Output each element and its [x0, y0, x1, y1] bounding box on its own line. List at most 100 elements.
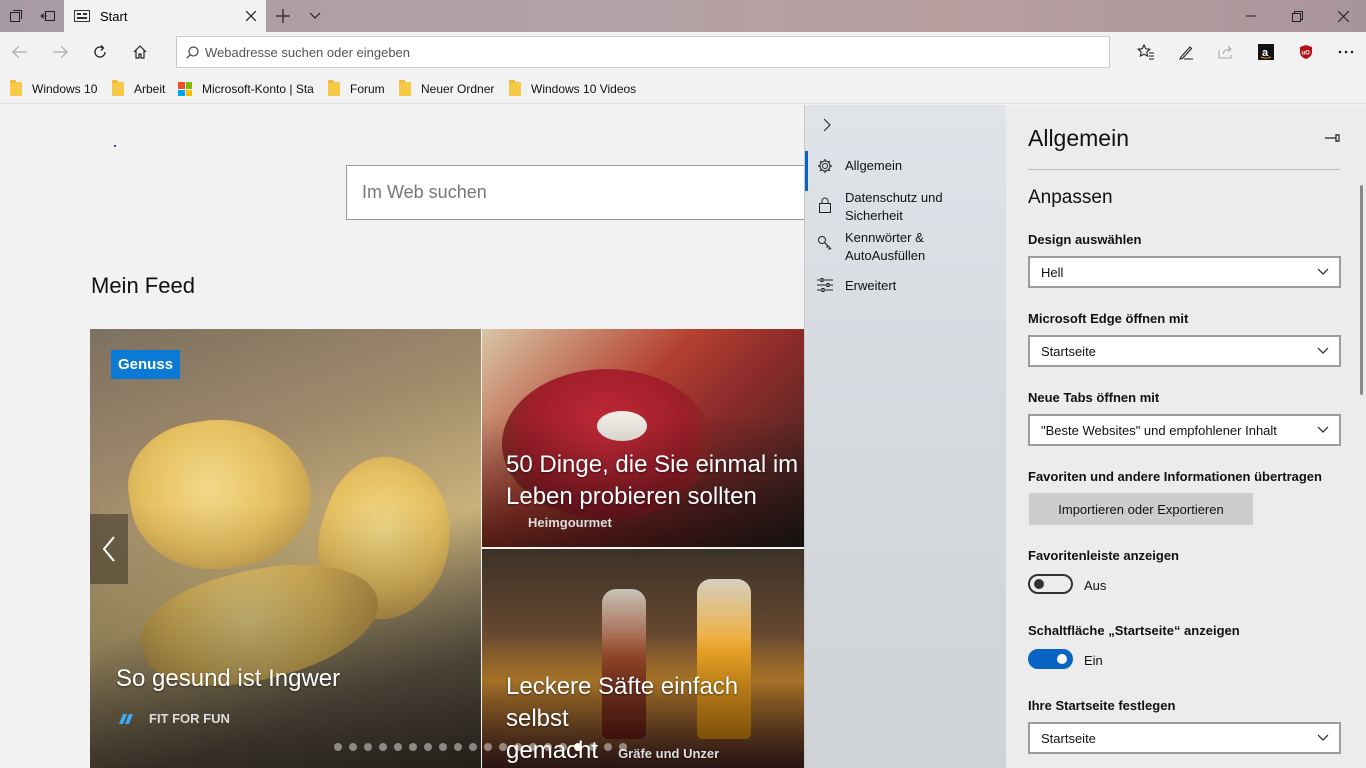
select-value: Startseite: [1041, 343, 1096, 359]
carousel-dot[interactable]: [394, 743, 402, 751]
favorite-label: Windows 10 Videos: [531, 82, 637, 96]
set-aside-tabs-icon[interactable]: [32, 0, 64, 32]
nav-label-line: Datenschutz und: [845, 190, 943, 205]
nav-label: Kennwörter & AutoAusfüllen: [845, 229, 925, 265]
home-button-state: Ein: [1084, 653, 1103, 668]
favorite-windows-10[interactable]: Windows 10: [10, 80, 97, 98]
pen-notes-icon[interactable]: [1168, 36, 1204, 68]
carousel-dot[interactable]: [499, 743, 507, 751]
folder-icon: [399, 80, 411, 96]
settings-nav-datenschutz[interactable]: Datenschutz und Sicherheit: [805, 189, 1005, 225]
favorites-bar: Windows 10 Arbeit Microsoft-Konto | Sta …: [0, 72, 1366, 104]
new-tab-icon[interactable]: [268, 0, 298, 32]
card-title: Leckere Säfte einfach selbst gemacht Gräf…: [506, 671, 805, 768]
back-icon[interactable]: [2, 36, 38, 68]
new-tabs-label: Neue Tabs öffnen mit: [1028, 390, 1160, 405]
favbar-toggle[interactable]: [1028, 574, 1073, 594]
favorite-arbeit[interactable]: Arbeit: [112, 80, 165, 98]
carousel-dot[interactable]: [439, 743, 447, 751]
favorites-star-icon[interactable]: [1128, 36, 1164, 68]
settings-nav-kennwoerter[interactable]: Kennwörter & AutoAusfüllen: [805, 229, 1005, 265]
carousel-dot[interactable]: [619, 743, 627, 751]
favorite-label: Forum: [350, 82, 385, 96]
collapse-pane-chevron-icon[interactable]: [815, 113, 839, 137]
news-card-saefte[interactable]: Leckere Säfte einfach selbst gemacht Gräf…: [482, 549, 805, 768]
section-title: Anpassen: [1028, 187, 1113, 208]
settings-nav-erweitert[interactable]: Erweitert: [805, 277, 1005, 295]
web-search-input[interactable]: Im Web suchen: [346, 165, 846, 220]
select-value: Hell: [1041, 264, 1064, 280]
carousel-dot[interactable]: [469, 743, 477, 751]
news-card-ginger[interactable]: Genuss So gesund ist Ingwer FIT FOR FUN: [90, 329, 481, 768]
carousel-dot[interactable]: [409, 743, 417, 751]
carousel-dot[interactable]: [424, 743, 432, 751]
carousel-dot[interactable]: [529, 743, 537, 751]
card-title-line: gemacht Gräfe und Unzer: [506, 735, 805, 768]
settings-scrollbar[interactable]: [1360, 185, 1363, 395]
carousel-dot[interactable]: [514, 743, 522, 751]
import-export-button[interactable]: Importieren oder Exportieren: [1029, 493, 1253, 525]
more-options-icon[interactable]: [1328, 36, 1364, 68]
home-button-toggle[interactable]: [1028, 649, 1073, 669]
favorite-label: Neuer Ordner: [421, 82, 495, 96]
folder-icon: [112, 80, 124, 96]
search-icon: [186, 45, 199, 59]
card-source: Heimgourmet: [528, 515, 612, 530]
close-window-icon[interactable]: [1320, 0, 1366, 32]
favorite-windows-10-videos[interactable]: Windows 10 Videos: [509, 80, 636, 98]
carousel-dot[interactable]: [349, 743, 357, 751]
home-icon[interactable]: [122, 36, 158, 68]
carousel-dot[interactable]: [574, 743, 582, 751]
new-tabs-select[interactable]: "Beste Websites" und empfohlener Inhalt: [1028, 414, 1341, 446]
nav-label: Allgemein: [845, 157, 902, 175]
carousel-dot[interactable]: [559, 743, 567, 751]
carousel-dot[interactable]: [454, 743, 462, 751]
pin-pane-icon[interactable]: [1324, 129, 1344, 149]
carousel-dot[interactable]: [379, 743, 387, 751]
news-card-50-dinge[interactable]: 50 Dinge, die Sie einmal im Leben probie…: [482, 329, 805, 547]
tab-preview-chevron-icon[interactable]: [300, 0, 330, 32]
chevron-down-icon: [1317, 426, 1329, 433]
carousel-dot[interactable]: [364, 743, 372, 751]
settings-nav-allgemein[interactable]: Allgemein: [805, 151, 1005, 191]
carousel-dot[interactable]: [544, 743, 552, 751]
homepage-select[interactable]: Startseite: [1028, 722, 1341, 754]
card-source: Gräfe und Unzer: [618, 746, 720, 761]
svg-text:uO: uO: [1302, 51, 1311, 57]
carousel-prev-button[interactable]: [90, 514, 128, 584]
tab-start[interactable]: Start: [64, 0, 266, 32]
chevron-left-icon: [102, 536, 115, 562]
open-with-select[interactable]: Startseite: [1028, 335, 1341, 367]
restore-icon[interactable]: [1274, 0, 1320, 32]
page-icon: [74, 10, 90, 22]
refresh-icon[interactable]: [82, 36, 118, 68]
favorite-forum[interactable]: Forum: [328, 80, 385, 98]
favorite-label: Windows 10: [32, 82, 98, 96]
carousel-dot[interactable]: [334, 743, 342, 751]
nav-label-line: AutoAusfüllen: [845, 248, 926, 263]
favbar-state: Aus: [1084, 578, 1107, 593]
source-logo-icon: [118, 713, 134, 725]
carousel-dots: [334, 743, 627, 751]
home-button-label: Schaltfläche „Startseite“ anzeigen: [1028, 623, 1240, 638]
share-icon[interactable]: [1208, 36, 1244, 68]
minimize-icon[interactable]: [1228, 0, 1274, 32]
card-title-line: Leckere Säfte einfach selbst: [506, 673, 739, 732]
close-tab-icon[interactable]: [236, 0, 266, 32]
favorite-neuer-ordner[interactable]: Neuer Ordner: [399, 80, 494, 98]
favorite-label: Microsoft-Konto | Sta: [202, 82, 314, 96]
address-bar[interactable]: Webadresse suchen oder eingeben: [176, 36, 1110, 68]
forward-icon[interactable]: [42, 36, 78, 68]
carousel-dot[interactable]: [589, 743, 597, 751]
design-select[interactable]: Hell: [1028, 256, 1341, 288]
carousel-dot[interactable]: [604, 743, 612, 751]
amazon-extension-icon[interactable]: a: [1248, 36, 1284, 68]
ublock-extension-icon[interactable]: uO: [1288, 36, 1324, 68]
address-placeholder: Webadresse suchen oder eingeben: [205, 44, 411, 60]
carousel-dot[interactable]: [484, 743, 492, 751]
lock-icon: [805, 189, 845, 213]
tab-actions-icon[interactable]: [0, 0, 32, 32]
key-icon: [805, 229, 845, 251]
favorite-microsoft-konto[interactable]: Microsoft-Konto | Sta: [178, 80, 314, 98]
nav-label-line: Allgemein: [845, 158, 903, 173]
